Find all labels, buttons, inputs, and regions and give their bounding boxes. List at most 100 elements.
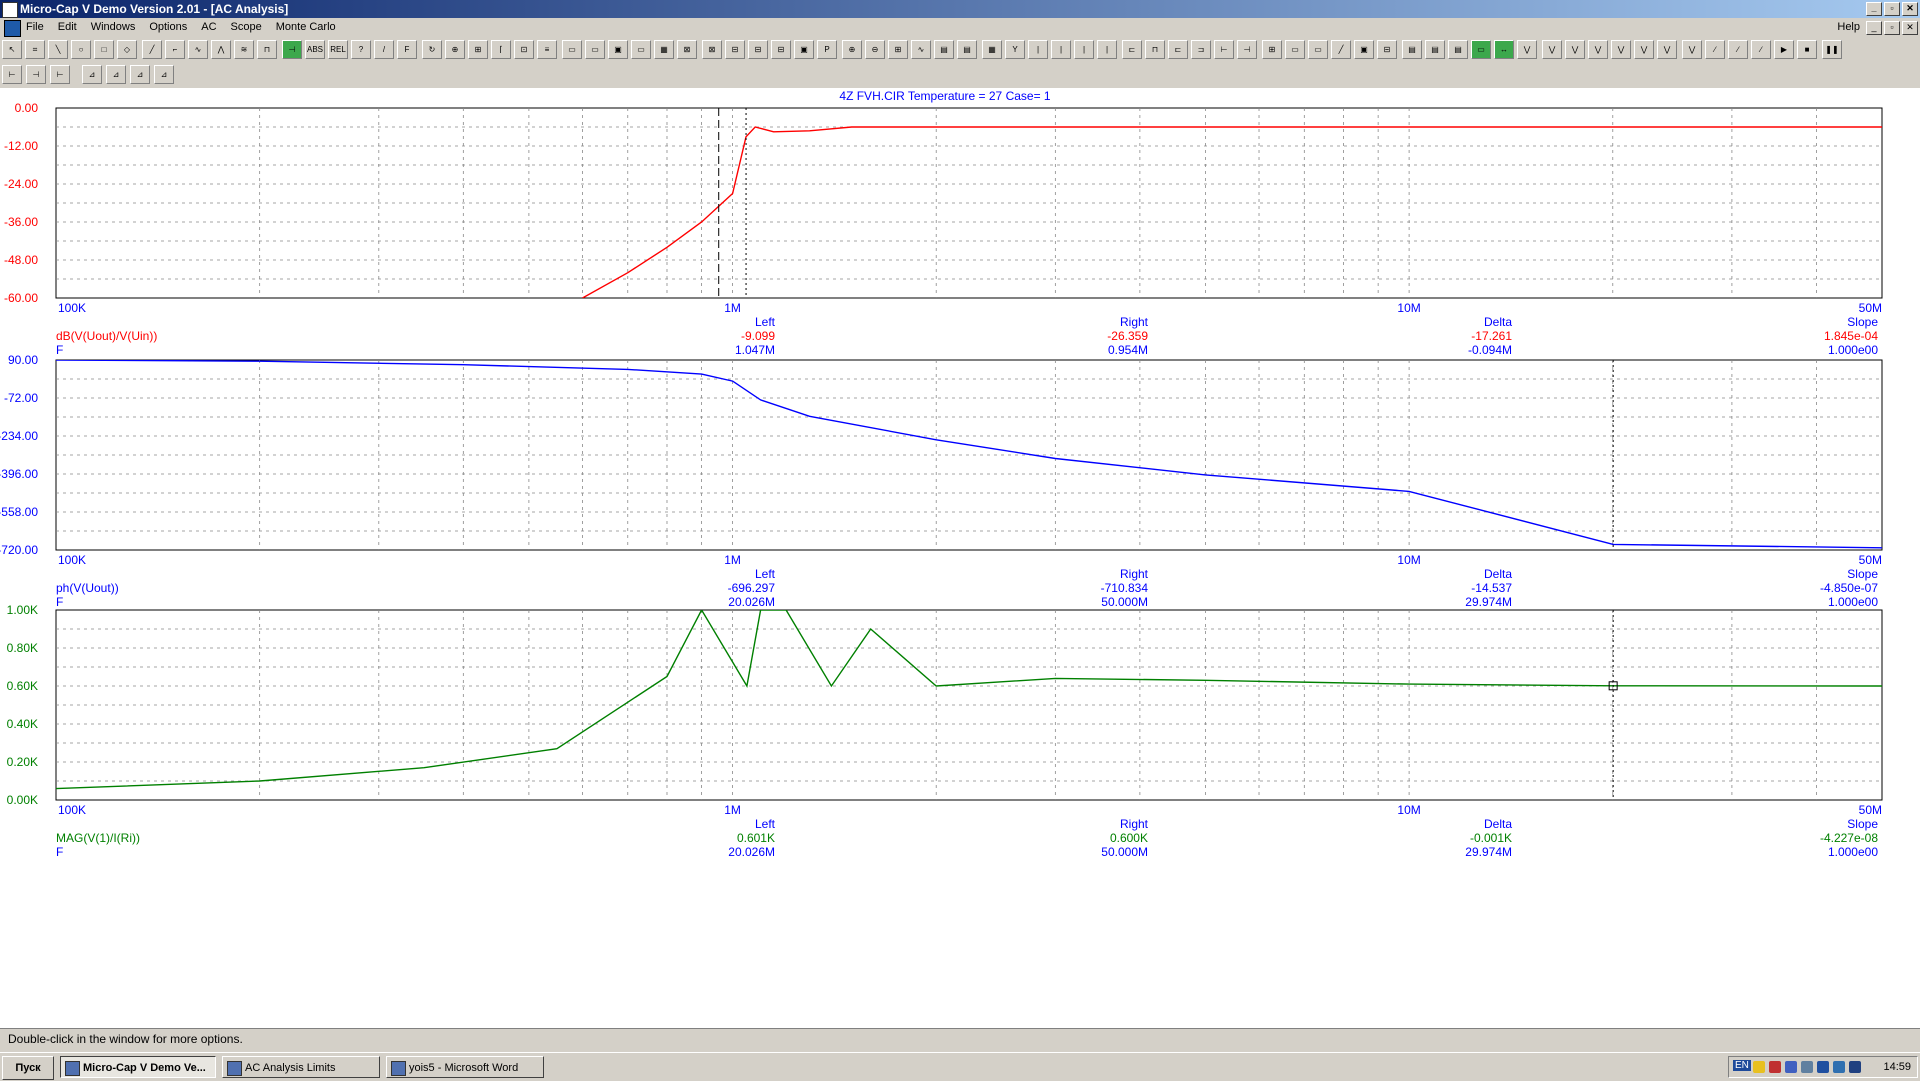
toolbar2-button-3[interactable]: ⊢ — [50, 65, 70, 84]
toolbar-button-37[interactable]: ⊕ — [842, 40, 862, 59]
shield-icon[interactable] — [1753, 1061, 1765, 1073]
toolbar-button-54[interactable]: ⊣ — [1237, 40, 1257, 59]
toolbar-button-8[interactable]: ⌐ — [165, 40, 185, 59]
toolbar-button-44[interactable]: Y — [1005, 40, 1025, 59]
document-icon[interactable] — [4, 20, 21, 37]
toolbar-button-74[interactable]: ∕ — [1705, 40, 1725, 59]
ac-analysis-plot-area[interactable]: 4Z FVH.CIR Temperature = 27 Case= 1 0.00 -… — [0, 88, 1920, 1028]
toolbar-button-5[interactable]: □ — [94, 40, 114, 59]
toolbar-button-26[interactable]: ▭ — [585, 40, 605, 59]
toolbar-button-4[interactable]: ○ — [71, 40, 91, 59]
task-ac-analysis-limits[interactable]: AC Analysis Limits — [222, 1056, 380, 1078]
toolbar-button-50[interactable]: ⊓ — [1145, 40, 1165, 59]
toolbar-button-36[interactable]: P — [817, 40, 837, 59]
tray-app-icon[interactable] — [1817, 1061, 1829, 1073]
toolbar-button-38[interactable]: ⊖ — [865, 40, 885, 59]
tray-app2-icon[interactable] — [1833, 1061, 1845, 1073]
toolbar-button-43[interactable]: ▦ — [982, 40, 1002, 59]
toolbar-button-13[interactable]: ⊣ — [282, 40, 302, 59]
toolbar-button-75[interactable]: ∕ — [1728, 40, 1748, 59]
toolbar-button-20[interactable]: ⊕ — [445, 40, 465, 59]
close-button[interactable]: ✕ — [1902, 2, 1918, 16]
toolbar-button-18[interactable]: F — [397, 40, 417, 59]
toolbar-button-42[interactable]: ▤ — [957, 40, 977, 59]
menu-monte-carlo[interactable]: Monte Carlo — [276, 21, 336, 33]
toolbar2-button-6[interactable]: ⊿ — [130, 65, 150, 84]
toolbar-button-19[interactable]: ↻ — [422, 40, 442, 59]
toolbar-button-64[interactable]: ▭ — [1471, 40, 1491, 59]
mdi-minimize-button[interactable]: _ — [1866, 21, 1882, 35]
toolbar2-button-2[interactable]: ⊣ — [26, 65, 46, 84]
toolbar-button-61[interactable]: ▤ — [1402, 40, 1422, 59]
toolbar-button-71[interactable]: ⋁ — [1634, 40, 1654, 59]
menu-ac[interactable]: AC — [201, 21, 216, 33]
toolbar-button-33[interactable]: ⊟ — [748, 40, 768, 59]
toolbar-button-1[interactable]: ↖ — [2, 40, 22, 59]
analysis-plots[interactable]: 4Z FVH.CIR Temperature = 27 Case= 1 0.00 -… — [0, 88, 1920, 1028]
toolbar-button-68[interactable]: ⋁ — [1565, 40, 1585, 59]
toolbar-button-58[interactable]: ╱ — [1331, 40, 1351, 59]
toolbar-button-79[interactable]: ❚❚ — [1822, 40, 1842, 59]
toolbar-button-51[interactable]: ⊏ — [1168, 40, 1188, 59]
toolbar2-button-1[interactable]: ⊢ — [2, 65, 22, 84]
toolbar-button-17[interactable]: / — [374, 40, 394, 59]
toolbar-button-46[interactable]: | — [1051, 40, 1071, 59]
toolbar-button-12[interactable]: ⊓ — [257, 40, 277, 59]
toolbar-button-28[interactable]: ▭ — [631, 40, 651, 59]
menu-options[interactable]: Options — [149, 21, 187, 33]
restore-button[interactable]: ▫ — [1884, 2, 1900, 16]
menu-file[interactable]: File — [26, 21, 44, 33]
toolbar-button-49[interactable]: ⊏ — [1122, 40, 1142, 59]
toolbar-button-3[interactable]: ╲ — [48, 40, 68, 59]
toolbar-button-72[interactable]: ⋁ — [1657, 40, 1677, 59]
toolbar-button-45[interactable]: | — [1028, 40, 1048, 59]
toolbar-button-25[interactable]: ▭ — [562, 40, 582, 59]
toolbar2-button-5[interactable]: ⊿ — [106, 65, 126, 84]
toolbar-button-2[interactable]: ⌗ — [25, 40, 45, 59]
task-word[interactable]: yois5 - Microsoft Word — [386, 1056, 544, 1078]
toolbar-button-53[interactable]: ⊢ — [1214, 40, 1234, 59]
toolbar-button-56[interactable]: ▭ — [1285, 40, 1305, 59]
toolbar-button-21[interactable]: ⊞ — [468, 40, 488, 59]
toolbar-button-60[interactable]: ⊟ — [1377, 40, 1397, 59]
toolbar-button-69[interactable]: ⋁ — [1588, 40, 1608, 59]
toolbar-button-78[interactable]: ■ — [1797, 40, 1817, 59]
volume-icon[interactable] — [1801, 1061, 1813, 1073]
toolbar-button-7[interactable]: ╱ — [142, 40, 162, 59]
toolbar-button-39[interactable]: ⊞ — [888, 40, 908, 59]
toolbar-button-27[interactable]: ▣ — [608, 40, 628, 59]
toolbar-button-15[interactable]: REL — [328, 40, 348, 59]
toolbar-button-6[interactable]: ◇ — [117, 40, 137, 59]
toolbar-button-73[interactable]: ⋁ — [1682, 40, 1702, 59]
language-indicator[interactable]: EN — [1733, 1060, 1751, 1071]
toolbar-button-77[interactable]: ▶ — [1774, 40, 1794, 59]
toolbar-button-62[interactable]: ▤ — [1425, 40, 1445, 59]
toolbar-button-55[interactable]: ⊞ — [1262, 40, 1282, 59]
toolbar-button-31[interactable]: ⊠ — [702, 40, 722, 59]
antivirus-icon[interactable] — [1769, 1061, 1781, 1073]
toolbar-button-66[interactable]: ⋁ — [1517, 40, 1537, 59]
toolbar-button-29[interactable]: ▦ — [654, 40, 674, 59]
toolbar-button-23[interactable]: ⊡ — [514, 40, 534, 59]
toolbar-button-76[interactable]: ∕ — [1751, 40, 1771, 59]
toolbar-button-34[interactable]: ⊟ — [771, 40, 791, 59]
toolbar-button-67[interactable]: ⋁ — [1542, 40, 1562, 59]
toolbar-button-65[interactable]: ↔ — [1494, 40, 1514, 59]
toolbar-button-10[interactable]: ⋀ — [211, 40, 231, 59]
toolbar-button-22[interactable]: ⌈ — [491, 40, 511, 59]
toolbar-button-63[interactable]: ▤ — [1448, 40, 1468, 59]
toolbar-button-47[interactable]: | — [1074, 40, 1094, 59]
menu-scope[interactable]: Scope — [231, 21, 262, 33]
toolbar-button-57[interactable]: ▭ — [1308, 40, 1328, 59]
menu-help[interactable]: Help — [1837, 21, 1860, 33]
menu-windows[interactable]: Windows — [91, 21, 136, 33]
toolbar-button-40[interactable]: ∿ — [911, 40, 931, 59]
toolbar-button-9[interactable]: ∿ — [188, 40, 208, 59]
toolbar-button-24[interactable]: ≡ — [537, 40, 557, 59]
toolbar-button-52[interactable]: ⊐ — [1191, 40, 1211, 59]
toolbar2-button-7[interactable]: ⊿ — [154, 65, 174, 84]
toolbar-button-35[interactable]: ▣ — [794, 40, 814, 59]
menu-edit[interactable]: Edit — [58, 21, 77, 33]
toolbar-button-16[interactable]: ? — [351, 40, 371, 59]
network-icon[interactable] — [1785, 1061, 1797, 1073]
